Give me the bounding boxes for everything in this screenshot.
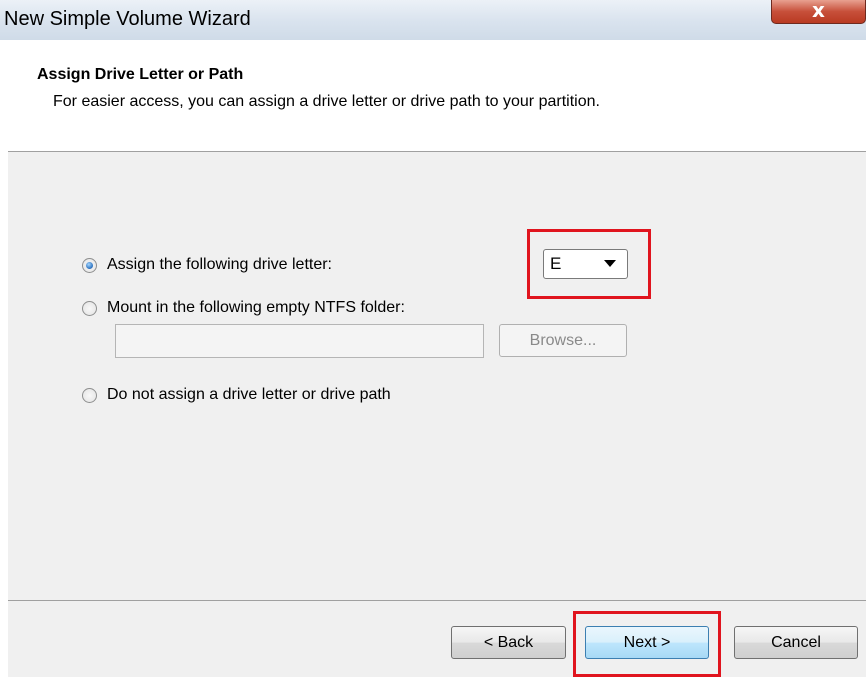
assign-letter-label: Assign the following drive letter: <box>107 256 332 273</box>
back-button[interactable]: < Back <box>451 626 566 659</box>
no-assign-option[interactable]: Do not assign a drive letter or drive pa… <box>82 386 391 404</box>
mount-folder-label: Mount in the following empty NTFS folder… <box>107 299 405 316</box>
assign-letter-option[interactable]: Assign the following drive letter: <box>82 256 332 274</box>
folder-path-input[interactable] <box>115 324 484 358</box>
no-assign-radio[interactable] <box>82 387 97 403</box>
drive-letter-value: E <box>550 254 562 273</box>
assign-letter-radio[interactable] <box>82 257 97 273</box>
browse-button[interactable]: Browse... <box>499 324 627 357</box>
wizard-header: Assign Drive Letter or Path For easier a… <box>0 40 866 150</box>
title-bar: New Simple Volume Wizard x <box>0 0 866 40</box>
close-button[interactable]: x <box>771 0 866 24</box>
chevron-down-icon <box>604 260 616 267</box>
window-title: New Simple Volume Wizard <box>4 8 251 30</box>
close-icon: x <box>812 0 825 22</box>
page-title: Assign Drive Letter or Path <box>37 66 244 83</box>
cancel-button[interactable]: Cancel <box>734 626 858 659</box>
no-assign-label: Do not assign a drive letter or drive pa… <box>107 386 391 403</box>
drive-letter-dropdown[interactable]: E <box>543 249 628 279</box>
mount-folder-option[interactable]: Mount in the following empty NTFS folder… <box>82 299 405 317</box>
next-button[interactable]: Next > <box>585 626 709 659</box>
page-subtitle: For easier access, you can assign a driv… <box>53 93 600 110</box>
wizard-content <box>8 152 866 600</box>
mount-folder-radio[interactable] <box>82 300 97 316</box>
